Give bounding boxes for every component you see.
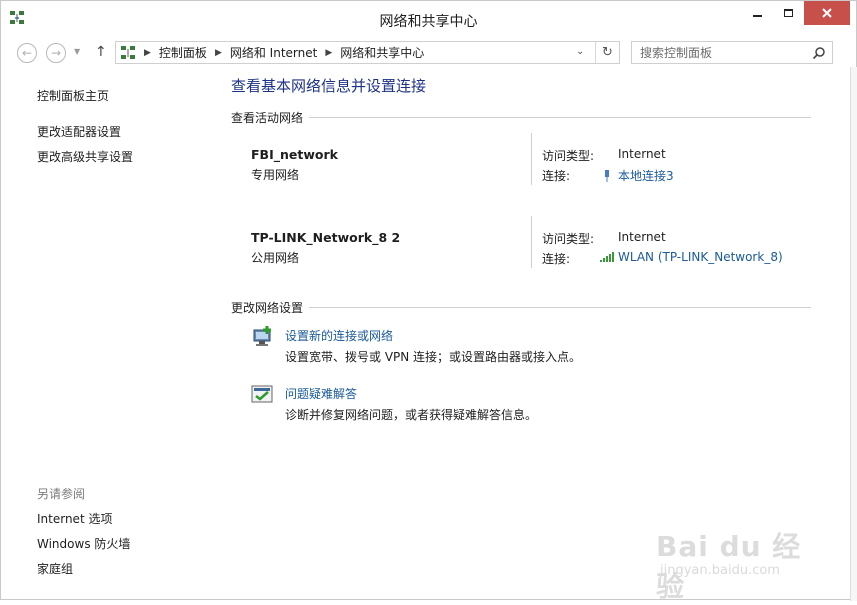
search-icon[interactable] [812,46,826,60]
breadcrumb-network-internet[interactable]: 网络和 Internet [230,44,317,61]
new-connection-icon [253,326,271,346]
close-icon [822,8,832,18]
wifi-signal-icon [600,252,614,262]
breadcrumb-separator-icon: ▶ [144,47,151,58]
breadcrumb-separator-icon[interactable]: ▶ [325,48,332,58]
see-also-header: 另请参阅 [37,487,86,501]
change-advanced-sharing-link[interactable]: 更改高级共享设置 [37,148,133,165]
section-divider [309,117,811,118]
network-divider [531,216,532,268]
troubleshoot-problems-link[interactable]: 问题疑难解答 [285,385,357,402]
navigation-bar: ← → ▼ ↑ ▶ 控制面板 ▶ 网络和 Internet ▶ 网络和共享中心 … [1,39,856,67]
forward-button[interactable]: → [46,43,66,63]
minimize-icon [752,15,762,17]
recent-locations-dropdown[interactable]: ▼ [74,47,80,56]
breadcrumb-network-sharing-center[interactable]: 网络和共享中心 [340,44,424,61]
chevron-down-icon: ⌄ [576,46,585,57]
address-bar[interactable]: ▶ 控制面板 ▶ 网络和 Internet ▶ 网络和共享中心 ⌄ ↻ [115,41,620,64]
connection-label: 连接: [542,169,571,183]
network-category[interactable]: 专用网络 [251,166,299,183]
left-pane: 控制面板主页 更改适配器设置 更改高级共享设置 另请参阅 Internet 选项… [1,71,221,599]
network-sharing-center-window: 网络和共享中心 ← → ▼ ↑ ▶ 控制面板 ▶ 网络和 Internet ▶ … [0,0,857,603]
search-box[interactable] [631,41,833,64]
page-title: 查看基本网络信息并设置连接 [231,77,427,95]
arrow-left-icon: ← [21,46,33,60]
setup-new-connection-link[interactable]: 设置新的连接或网络 [285,327,393,344]
background-window-edge [850,67,857,601]
network-divider [531,133,532,185]
breadcrumb-control-panel[interactable]: 控制面板 [159,44,207,61]
main-pane: 查看基本网络信息并设置连接 查看活动网络 FBI_network 专用网络 访问… [231,71,821,591]
connection-value[interactable]: 本地连接3 [602,167,674,184]
setup-new-connection-description: 设置宽带、拨号或 VPN 连接；或设置路由器或接入点。 [285,350,582,364]
active-networks-header-label: 查看活动网络 [231,111,304,125]
control-panel-icon [121,45,135,59]
arrow-right-icon: → [50,46,62,60]
section-divider [309,307,811,308]
network-category[interactable]: 公用网络 [251,249,299,266]
chevron-down-icon: ▼ [74,47,81,56]
watermark-url: jingyan.baidu.com [660,563,780,578]
refresh-button[interactable]: ↻ [595,42,619,63]
minimize-button[interactable] [742,1,772,25]
breadcrumb-separator-icon[interactable]: ▶ [215,48,222,58]
change-network-settings-label: 更改网络设置 [231,301,304,315]
window-title: 网络和共享中心 [379,14,478,30]
troubleshoot-problems-description: 诊断并修复网络问题，或者获得疑难解答信息。 [285,408,538,422]
maximize-button[interactable] [773,1,803,25]
connection-label: 连接: [542,252,571,266]
back-button[interactable]: ← [17,43,37,63]
change-network-settings-header: 更改网络设置 [231,299,811,316]
access-type-value: Internet [618,230,666,244]
access-type-value: Internet [618,147,666,161]
control-panel-home-link[interactable]: 控制面板主页 [37,87,109,104]
access-type-label: 访问类型: [542,149,595,163]
network-name: TP-LINK_Network_8 2 [251,230,401,245]
search-input[interactable] [632,45,802,60]
change-adapter-settings-link[interactable]: 更改适配器设置 [37,123,121,140]
baidu-watermark: Bai du 经验 jingyan.baidu.com [656,521,816,603]
refresh-icon: ↻ [602,45,613,60]
access-type-label: 访问类型: [542,232,595,246]
active-networks-header: 查看活动网络 [231,109,811,126]
windows-firewall-link[interactable]: Windows 防火墙 [37,535,130,552]
arrow-up-icon: ↑ [95,44,107,60]
wlan-connection-link[interactable]: WLAN (TP-LINK_Network_8) [618,250,783,264]
address-history-dropdown[interactable]: ⌄ [576,46,584,57]
breadcrumb: ▶ 控制面板 ▶ 网络和 Internet ▶ 网络和共享中心 [136,44,424,61]
up-button[interactable]: ↑ [95,44,107,60]
troubleshoot-icon [251,385,273,403]
connection-value[interactable]: WLAN (TP-LINK_Network_8) [600,250,783,264]
local-connection-link[interactable]: 本地连接3 [618,167,674,184]
internet-options-link[interactable]: Internet 选项 [37,510,112,527]
ethernet-icon [605,169,609,182]
close-button[interactable] [804,1,850,25]
title-bar: 网络和共享中心 [1,1,856,37]
network-name: FBI_network [251,147,338,162]
maximize-icon [783,9,793,17]
homegroup-link[interactable]: 家庭组 [37,560,73,577]
